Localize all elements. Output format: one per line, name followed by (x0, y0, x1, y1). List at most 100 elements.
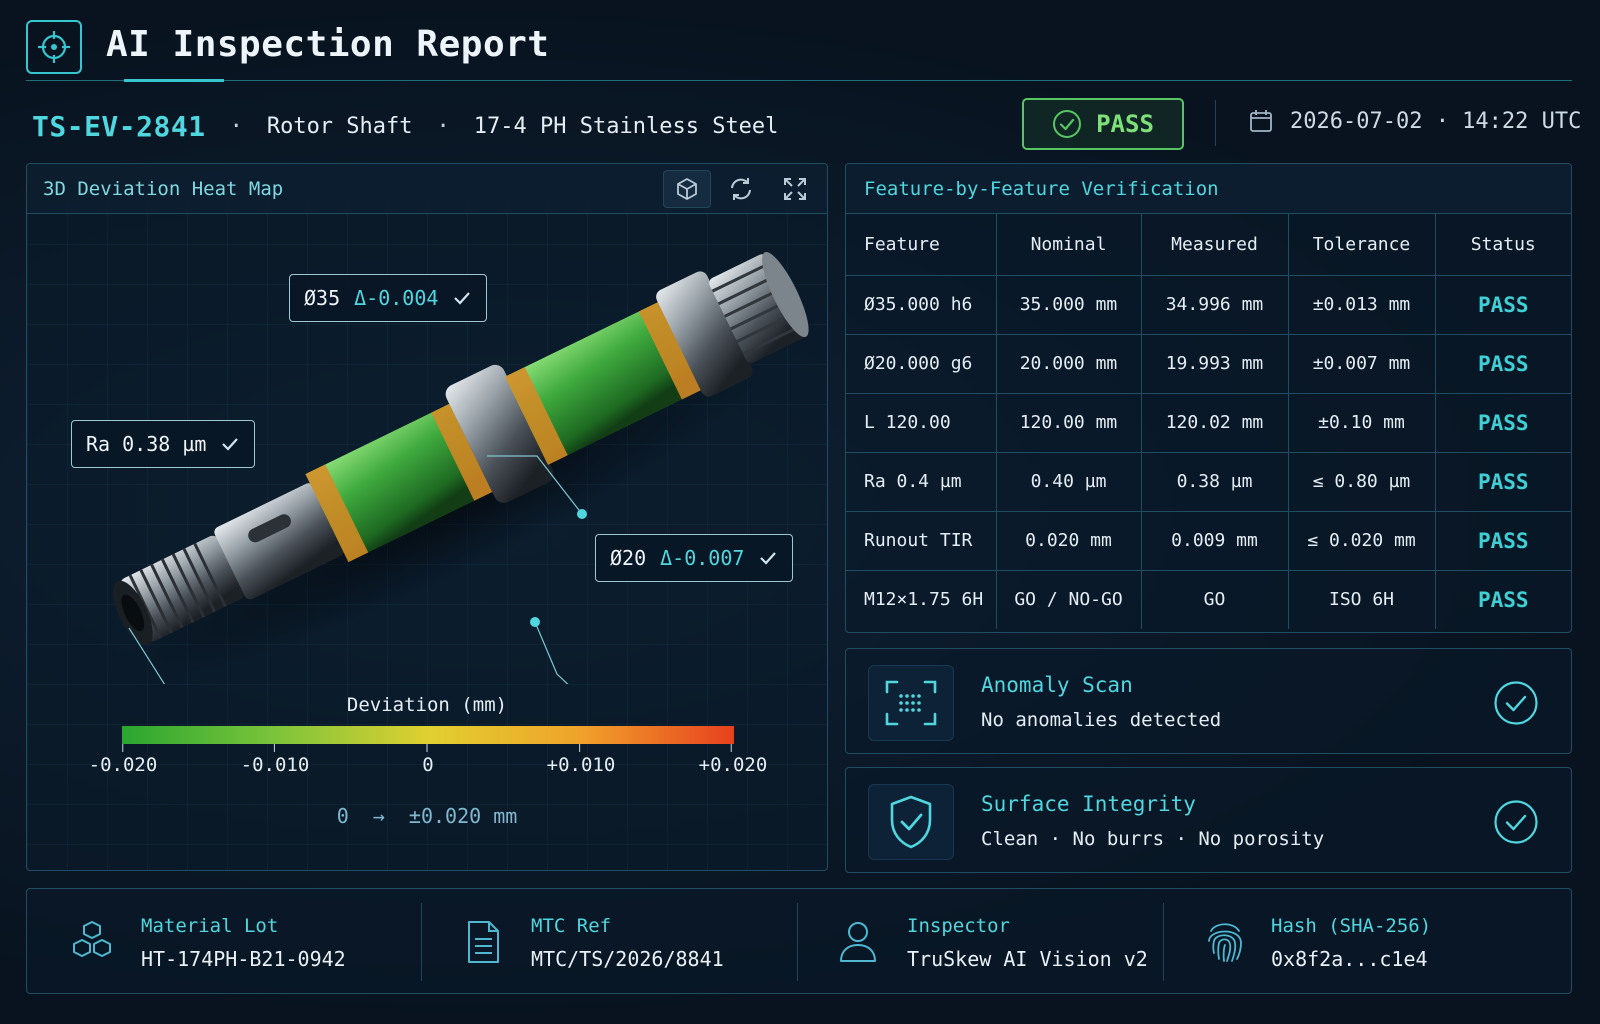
status-cell: PASS (1477, 587, 1529, 612)
tolerance-cell: ±0.007 mm (1288, 334, 1436, 394)
separator-dot: · (229, 113, 243, 139)
separator-dot: · (436, 113, 450, 139)
hash-value: 0x8f2a...c1e4 (1271, 947, 1428, 971)
column-header[interactable]: Status (1435, 214, 1571, 276)
feature-cell: L 120.00 (846, 393, 997, 453)
table-row[interactable]: Runout TIR 0.020 mm 0.009 mm ≤ 0.020 mm … (846, 511, 1571, 571)
table-row[interactable]: M12×1.75 6H GO / NO-GO GO ISO 6H PASS (846, 570, 1571, 629)
app-header: AI Inspection Report (26, 20, 1572, 82)
callout-d20[interactable]: Ø20 Δ-0.007 (595, 534, 794, 582)
feature-cell: Ra 0.4 µm (846, 452, 997, 512)
status-cell: PASS (1435, 511, 1571, 571)
document-icon (468, 921, 499, 963)
legend-tick-marks (122, 744, 732, 752)
tolerance-cell: ≤ 0.020 mm (1288, 511, 1436, 571)
check-icon (760, 552, 777, 565)
table-header-row: Feature Nominal Measured Tolerance Statu… (846, 214, 1571, 276)
status-cell: PASS (1435, 393, 1571, 453)
fingerprint-icon (1208, 923, 1242, 962)
overall-status-label: PASS (1096, 110, 1154, 138)
legend-title: Deviation (mm) (346, 694, 508, 716)
hash-item: Hash (SHA-256) 0x8f2a...c1e4 (1163, 889, 1571, 995)
nominal-cell: 0.40 µm (996, 452, 1142, 512)
legend-tick-label: +0.010 (546, 754, 616, 776)
callout-d35[interactable]: Ø35 Δ-0.004 (289, 274, 488, 322)
anomaly-scan-title: Anomaly Scan (981, 673, 1133, 697)
material-lot-label: Material Lot (141, 915, 279, 937)
nominal-cell: 20.000 mm (996, 334, 1142, 394)
column-header[interactable]: Tolerance (1288, 214, 1436, 276)
feature-cell: Ø20.000 g6 (846, 334, 997, 394)
table-row[interactable]: Ø35.000 h6 35.000 mm 34.996 mm ±0.013 mm… (846, 275, 1571, 335)
part-name: Rotor Shaft (266, 113, 413, 139)
feature-cell: Runout TIR (846, 511, 997, 571)
material-lot-item: Material Lot HT-174PH-B21-0942 (27, 889, 421, 995)
inspection-datetime: 2026-07-02 · 14:22 UTC (1248, 108, 1581, 134)
mtc-ref-label: MTC Ref (531, 915, 612, 937)
heatmap-title: 3D Deviation Heat Map (43, 178, 284, 200)
surface-integrity-card: Surface Integrity Clean · No burrs · No … (845, 767, 1572, 873)
column-header[interactable]: Measured (1141, 214, 1289, 276)
shield-check-icon (868, 784, 954, 860)
measured-cell: 0.38 µm (1141, 452, 1289, 512)
anomaly-scan-detail: No anomalies detected (981, 709, 1222, 731)
heatmap-panel-header: 3D Deviation Heat Map (27, 164, 827, 214)
check-circle-icon (1494, 800, 1538, 844)
verification-title: Feature-by-Feature Verification (864, 178, 1219, 200)
report-metadata-footer: Material Lot HT-174PH-B21-0942 MTC Ref M… (26, 888, 1572, 994)
check-icon (222, 438, 239, 451)
cube-view-button[interactable] (663, 170, 711, 208)
table-row[interactable]: Ra 0.4 µm 0.40 µm 0.38 µm ≤ 0.80 µm PASS (846, 452, 1571, 512)
callout-ra-label: Ra 0.38 µm (86, 432, 207, 456)
tolerance-cell: ±0.10 mm (1288, 393, 1436, 453)
datetime-text: 2026-07-02 · 14:22 UTC (1290, 108, 1582, 134)
feature-cell: Ø35.000 h6 (846, 275, 997, 335)
page-title: AI Inspection Report (106, 24, 550, 65)
refresh-icon (731, 178, 751, 200)
callout-d35-label: Ø35 (304, 286, 341, 310)
check-circle-icon (1494, 681, 1538, 725)
column-header[interactable]: Feature (846, 214, 997, 276)
surface-integrity-detail: Clean · No burrs · No porosity (981, 828, 1325, 850)
legend-tick-label: 0 (422, 754, 434, 776)
heatmap-panel: 3D Deviation Heat Map Ø35 Δ-0.004 Ra 0.3… (26, 163, 828, 871)
deviation-range: 0 → ±0.020 mm (336, 804, 518, 828)
part-summary: TS-EV-2841 · Rotor Shaft · 17-4 PH Stain… (32, 104, 778, 148)
feature-cell: M12×1.75 6H (846, 570, 997, 629)
callout-d20-label: Ø20 (610, 546, 647, 570)
table-row[interactable]: L 120.00 120.00 mm 120.02 mm ±0.10 mm PA… (846, 393, 1571, 453)
nominal-cell: 0.020 mm (996, 511, 1142, 571)
overall-status-badge: PASS (1022, 98, 1184, 150)
tolerance-cell: ±0.013 mm (1288, 275, 1436, 335)
calendar-icon (1250, 110, 1272, 132)
material-lot-value: HT-174PH-B21-0942 (141, 947, 346, 971)
cube-view-icon (677, 178, 697, 200)
legend-tick-label: -0.010 (240, 754, 310, 776)
legend-tick-label: +0.020 (698, 754, 768, 776)
check-circle-icon (1053, 110, 1082, 138)
legend-tick-label: -0.020 (88, 754, 158, 776)
callout-d35-delta: Δ-0.004 (354, 286, 439, 310)
scan-icon (868, 665, 954, 741)
column-header[interactable]: Nominal (996, 214, 1142, 276)
tolerance-cell: ISO 6H (1288, 570, 1436, 629)
mtc-ref-item: MTC Ref MTC/TS/2026/8841 (421, 889, 797, 995)
measured-cell: 19.993 mm (1141, 334, 1289, 394)
measured-cell: 0.009 mm (1141, 511, 1289, 571)
callout-d20-delta: Δ-0.007 (660, 546, 745, 570)
hash-label: Hash (SHA-256) (1271, 915, 1432, 937)
verification-panel-header: Feature-by-Feature Verification (846, 164, 1571, 214)
fullscreen-icon (784, 178, 806, 200)
part-id: TS-EV-2841 (32, 109, 206, 143)
check-icon (454, 292, 471, 305)
callout-ra[interactable]: Ra 0.38 µm (71, 420, 256, 468)
refresh-button[interactable] (717, 170, 765, 208)
mtc-ref-value: MTC/TS/2026/8841 (531, 947, 724, 971)
verification-panel: Feature-by-Feature Verification Feature … (845, 163, 1572, 633)
header-vertical-divider (1215, 100, 1216, 146)
nominal-cell: 35.000 mm (996, 275, 1142, 335)
fullscreen-button[interactable] (771, 170, 819, 208)
nominal-cell: 120.00 mm (996, 393, 1142, 453)
table-row[interactable]: Ø20.000 g6 20.000 mm 19.993 mm ±0.007 mm… (846, 334, 1571, 394)
anomaly-scan-card: Anomaly Scan No anomalies detected (845, 648, 1572, 754)
